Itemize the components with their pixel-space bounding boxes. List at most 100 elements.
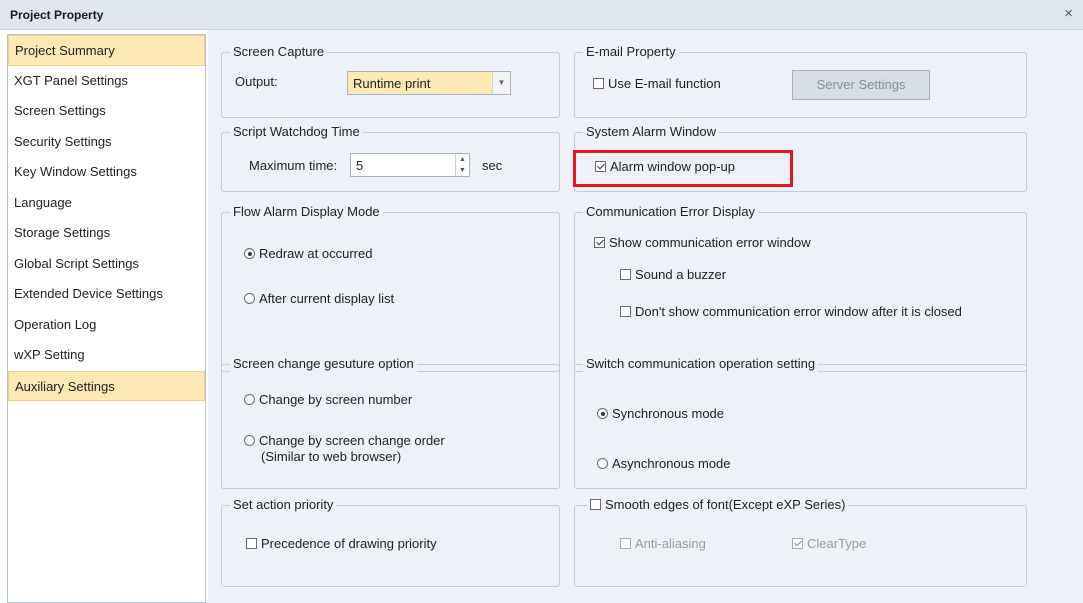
smooth-font-group: Smooth edges of font(Except eXP Series) … — [574, 497, 1027, 587]
sidebar-item-label: Key Window Settings — [14, 164, 137, 179]
sidebar-item-label: Language — [14, 194, 72, 210]
sidebar-item-label: Operation Log — [14, 316, 97, 332]
radio-circle[interactable] — [244, 293, 255, 304]
radio-circle[interactable] — [244, 435, 255, 446]
email-property-group: E-mail Property Use E-mail function Serv… — [574, 44, 1027, 118]
group-legend: Screen change gesuture option — [230, 356, 417, 372]
synchronous-mode-radio[interactable]: Synchronous mode — [597, 406, 724, 422]
anti-aliasing-checkbox[interactable]: Anti-aliasing — [620, 536, 706, 552]
smooth-font-label: Smooth edges of font(Except eXP Series) — [605, 497, 846, 512]
precedence-drawing-priority-label: Precedence of drawing priority — [261, 536, 437, 551]
sidebar-item-project-summary[interactable]: Project Summary — [8, 35, 205, 66]
group-legend: Screen Capture — [230, 44, 328, 60]
radio-label: After current display list — [259, 291, 395, 306]
sidebar-item-operation-log[interactable]: Operation Log — [8, 310, 205, 341]
radio-label: Synchronous mode — [612, 406, 725, 421]
sidebar-item-auxiliary-settings[interactable]: Auxiliary Settings — [8, 370, 205, 401]
set-action-priority-group: Set action priority Precedence of drawin… — [221, 497, 560, 587]
checkbox-box[interactable] — [594, 237, 605, 248]
communication-error-group: Communication Error Display Show communi… — [574, 204, 1027, 372]
window-title: Project Property — [10, 8, 104, 22]
server-settings-button[interactable]: Server Settings — [792, 70, 930, 100]
group-legend: Switch communication operation setting — [583, 356, 819, 372]
dont-show-comm-error-checkbox[interactable]: Don't show communication error window af… — [620, 304, 962, 320]
use-email-label: Use E-mail function — [608, 76, 721, 91]
spin-buttons: ▲ ▼ — [455, 154, 469, 176]
output-label: Output: — [235, 74, 278, 89]
sidebar-item-screen-settings[interactable]: Screen Settings — [8, 96, 205, 127]
screen-capture-group: Screen Capture Output: Runtime print ▼ — [221, 44, 560, 118]
change-by-screen-number-radio[interactable]: Change by screen number — [244, 392, 412, 408]
sidebar-item-label: Auxiliary Settings — [15, 378, 115, 394]
dont-show-comm-error-label: Don't show communication error window af… — [635, 304, 962, 319]
group-legend: Communication Error Display — [583, 204, 759, 220]
sidebar-item-label: wXP Setting — [14, 347, 85, 362]
sidebar-item-key-window-settings[interactable]: Key Window Settings — [8, 157, 205, 188]
radio-circle[interactable] — [597, 458, 608, 469]
checkbox-box[interactable] — [246, 538, 257, 549]
sidebar-item-storage-settings[interactable]: Storage Settings — [8, 218, 205, 249]
checkbox-box[interactable] — [792, 538, 803, 549]
flow-alarm-display-group: Flow Alarm Display Mode Redraw at occurr… — [221, 204, 560, 372]
sidebar-item-label: Security Settings — [14, 133, 112, 149]
highlight-box — [573, 150, 793, 187]
radio-label: Change by screen change order — [259, 433, 445, 448]
checkbox-box[interactable] — [590, 499, 601, 510]
sidebar-item-wxp-setting[interactable]: wXP Setting — [8, 340, 205, 371]
group-legend: E-mail Property — [583, 44, 679, 60]
group-legend: Script Watchdog Time — [230, 124, 363, 140]
use-email-checkbox[interactable]: Use E-mail function — [593, 76, 721, 92]
screen-change-gesture-group: Screen change gesuture option Change by … — [221, 356, 560, 489]
chevron-down-icon[interactable]: ▼ — [492, 72, 510, 94]
cleartype-label: ClearType — [807, 536, 867, 551]
output-value: Runtime print — [353, 76, 431, 91]
sidebar-item-label: Screen Settings — [14, 103, 106, 118]
asynchronous-mode-radio[interactable]: Asynchronous mode — [597, 456, 731, 472]
checkbox-box[interactable] — [593, 78, 604, 89]
radio-sublabel: (Similar to web browser) — [261, 449, 402, 464]
after-current-display-list-radio[interactable]: After current display list — [244, 291, 394, 307]
sidebar-item-label: Storage Settings — [14, 225, 111, 240]
show-comm-error-label: Show communication error window — [609, 235, 811, 250]
sidebar-item-label: XGT Panel Settings — [14, 72, 128, 88]
sidebar-item-label: Extended Device Settings — [14, 286, 163, 301]
redraw-at-occurred-radio[interactable]: Redraw at occurred — [244, 246, 372, 262]
checkbox-box[interactable] — [620, 306, 631, 317]
sidebar-item-language[interactable]: Language — [8, 188, 205, 219]
maximum-time-label: Maximum time: — [249, 158, 338, 173]
sidebar-item-xgt-panel-settings[interactable]: XGT Panel Settings — [8, 66, 205, 97]
anti-aliasing-label: Anti-aliasing — [635, 536, 706, 551]
radio-label: Change by screen number — [259, 392, 413, 407]
close-icon[interactable]: × — [1064, 6, 1073, 22]
group-legend: Flow Alarm Display Mode — [230, 204, 383, 220]
output-dropdown[interactable]: Runtime print ▼ — [347, 71, 511, 95]
maximum-time-value: 5 — [356, 158, 364, 173]
checkbox-box[interactable] — [620, 538, 631, 549]
maximum-time-stepper[interactable]: 5 ▲ ▼ — [350, 153, 470, 177]
radio-circle[interactable] — [244, 394, 255, 405]
sidebar-item-security-settings[interactable]: Security Settings — [8, 127, 205, 158]
sidebar-item-extended-device-settings[interactable]: Extended Device Settings — [8, 279, 205, 310]
sidebar-item-global-script-settings[interactable]: Global Script Settings — [8, 249, 205, 280]
radio-circle[interactable] — [244, 248, 255, 259]
radio-circle[interactable] — [597, 408, 608, 419]
checkbox-box[interactable] — [620, 269, 631, 280]
settings-panel: Screen Capture Output: Runtime print ▼ E… — [208, 30, 1083, 603]
smooth-font-checkbox[interactable]: Smooth edges of font(Except eXP Series) — [587, 497, 849, 513]
precedence-drawing-priority-checkbox[interactable]: Precedence of drawing priority — [246, 536, 437, 552]
sidebar-item-label: Global Script Settings — [14, 255, 140, 271]
group-legend: System Alarm Window — [583, 124, 720, 140]
radio-label: Asynchronous mode — [612, 456, 731, 471]
switch-comm-operation-group: Switch communication operation setting S… — [574, 356, 1027, 489]
sound-buzzer-checkbox[interactable]: Sound a buzzer — [620, 267, 726, 283]
unit-label: sec — [482, 158, 503, 173]
sidebar-item-label: Project Summary — [15, 43, 115, 58]
settings-sidebar: Project Summary XGT Panel Settings Scree… — [7, 34, 206, 603]
change-by-screen-change-order-radio[interactable]: Change by screen change order — [244, 433, 445, 449]
radio-label: Redraw at occurred — [259, 246, 373, 261]
show-comm-error-checkbox[interactable]: Show communication error window — [594, 235, 811, 251]
script-watchdog-group: Script Watchdog Time Maximum time: 5 ▲ ▼… — [221, 124, 560, 192]
chevron-up-icon[interactable]: ▲ — [456, 154, 469, 165]
chevron-down-icon[interactable]: ▼ — [456, 165, 469, 176]
cleartype-checkbox[interactable]: ClearType — [792, 536, 866, 552]
